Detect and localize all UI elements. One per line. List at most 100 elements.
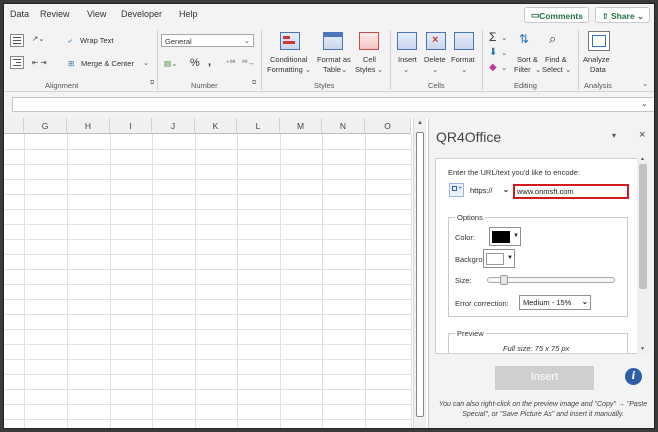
expand-formula-bar-icon[interactable]: ⌄ xyxy=(641,99,648,108)
collapse-ribbon-icon[interactable]: ⌄ xyxy=(642,79,648,88)
options-legend: Options xyxy=(455,213,485,222)
analyze-data-line1[interactable]: Analyze xyxy=(583,55,610,64)
color-picker[interactable]: ▼ xyxy=(489,227,521,246)
chevron-down-icon: ⌄ xyxy=(535,65,542,74)
insert-cells-button[interactable]: Insert xyxy=(398,55,417,64)
merge-dropdown-icon[interactable]: ⌄ xyxy=(143,58,149,67)
sort-filter-line1[interactable]: Sort & xyxy=(517,55,538,64)
scroll-up-icon[interactable]: ▲ xyxy=(640,156,645,162)
menu-help[interactable]: Help xyxy=(179,9,198,19)
conditional-formatting-line1[interactable]: Conditional xyxy=(270,55,308,64)
autosum-icon[interactable]: Σ xyxy=(489,30,496,44)
column-header-m[interactable]: M xyxy=(280,118,322,134)
column-header-g[interactable]: G xyxy=(24,118,67,134)
cell-styles-line1[interactable]: Cell xyxy=(363,55,376,64)
dialog-launcher-icon[interactable]: ⧉ xyxy=(252,80,256,87)
background-picker[interactable]: ▼ xyxy=(483,249,515,268)
wrap-text-button[interactable]: Wrap Text xyxy=(80,36,114,45)
formula-input[interactable] xyxy=(12,97,654,112)
ribbon: ↗⌄ ⇤ ⇥ ⤶ Wrap Text ⊞ Merge & Center ⌄ Al… xyxy=(4,26,654,92)
size-slider[interactable] xyxy=(487,275,615,285)
scroll-down-icon[interactable]: ▼ xyxy=(640,346,645,352)
column-header-k[interactable]: K xyxy=(195,118,237,134)
taskpane-scrollbar[interactable]: ▲ ▼ xyxy=(637,156,649,354)
menu-data[interactable]: Data xyxy=(10,9,29,19)
format-cells-button[interactable]: Format xyxy=(451,55,475,64)
scrollbar-thumb[interactable] xyxy=(639,164,647,289)
divider xyxy=(157,30,158,90)
find-select-line2[interactable]: Select xyxy=(542,65,563,74)
align-icon[interactable] xyxy=(10,34,24,47)
chevron-down-icon: ⌄ xyxy=(305,65,312,74)
number-format-select[interactable]: General ⌄ xyxy=(161,34,254,47)
column-header-o[interactable]: O xyxy=(365,118,411,134)
conditional-formatting-line2[interactable]: Formatting xyxy=(267,65,303,74)
excel-window: Data Review View Developer Help ▭ Commen… xyxy=(3,3,655,429)
chevron-down-icon: ⌄ xyxy=(243,36,250,45)
chevron-down-icon: ⌄ xyxy=(634,11,645,21)
menu-developer[interactable]: Developer xyxy=(121,9,162,19)
url-value: www.onmsft.com xyxy=(517,187,574,196)
column-header-j[interactable]: J xyxy=(152,118,195,134)
decrease-decimal-icon[interactable]: ⁰⁰→ xyxy=(242,59,255,67)
chevron-down-icon: ⌄ xyxy=(565,65,572,74)
clear-icon[interactable]: ◆ xyxy=(489,62,497,73)
info-icon[interactable]: i xyxy=(625,368,642,385)
column-header-partial[interactable] xyxy=(4,118,24,134)
hint-text: You can also right-click on the preview … xyxy=(438,401,648,418)
size-slider-handle[interactable] xyxy=(500,275,508,285)
indent-icon[interactable] xyxy=(10,56,24,69)
analyze-data-line2[interactable]: Data xyxy=(590,65,606,74)
taskpane-options-icon[interactable]: ▾ xyxy=(612,131,616,140)
format-as-table-line2[interactable]: Table xyxy=(323,65,341,74)
sheet-vertical-scrollbar[interactable]: ▲ xyxy=(413,118,426,428)
comma-style-icon[interactable]: , xyxy=(208,56,211,68)
error-correction-select[interactable]: Medium - 15% ⌄ xyxy=(519,295,591,310)
column-header-n[interactable]: N xyxy=(322,118,365,134)
currency-icon[interactable]: ▤⌄ xyxy=(164,59,177,68)
divider xyxy=(261,30,262,90)
column-header-i[interactable]: I xyxy=(110,118,152,134)
merge-icon: ⊞ xyxy=(68,59,75,68)
error-correction-label: Error correction: xyxy=(455,299,509,308)
increase-decimal-icon[interactable]: ⁺⁰⁰ xyxy=(226,59,235,67)
sort-filter-line2[interactable]: Filter xyxy=(514,65,531,74)
worksheet-grid[interactable]: G H I J K L M N O xyxy=(4,118,413,428)
chevron-down-icon: ⌄ xyxy=(502,185,509,194)
column-header-h[interactable]: H xyxy=(67,118,110,134)
dialog-launcher-icon[interactable]: ⧉ xyxy=(150,80,154,87)
merge-center-button[interactable]: Merge & Center xyxy=(81,59,134,68)
insert-button[interactable]: Insert xyxy=(495,366,594,390)
url-input[interactable]: www.onmsft.com xyxy=(513,184,629,199)
close-icon[interactable]: × xyxy=(639,129,645,141)
column-header-l[interactable]: L xyxy=(237,118,280,134)
delete-cells-button[interactable]: Delete xyxy=(424,55,446,64)
chevron-down-icon: ⌄ xyxy=(501,63,508,72)
options-fieldset: Options Color: ▼ Background: ▼ Size: Err… xyxy=(448,213,628,317)
share-button[interactable]: ⇧ Share ⌄ xyxy=(595,7,650,23)
delete-cells-icon: × xyxy=(426,32,446,50)
outdent-icon[interactable]: ⇤ ⇥ xyxy=(32,58,47,67)
grid-row-line xyxy=(4,314,411,315)
chevron-down-icon: ⌄ xyxy=(403,65,410,74)
menu-review[interactable]: Review xyxy=(40,9,70,19)
grid-row-line xyxy=(4,389,411,390)
sort-filter-icon: ⇅ xyxy=(519,32,530,46)
protocol-select[interactable]: https:// ⌄ xyxy=(467,184,510,198)
chevron-down-icon: ⌄ xyxy=(581,297,588,306)
menu-view[interactable]: View xyxy=(87,9,106,19)
chevron-down-icon: ⌄ xyxy=(461,65,468,74)
scroll-up-icon[interactable]: ▲ xyxy=(417,120,423,126)
scrollbar-thumb[interactable] xyxy=(416,132,424,417)
fill-icon[interactable]: ⬇ xyxy=(489,47,497,58)
grid-row-line xyxy=(4,284,411,285)
grid-row-line xyxy=(4,269,411,270)
grid-row-line xyxy=(4,344,411,345)
percent-icon[interactable]: % xyxy=(190,57,200,69)
chevron-down-icon: ⌄ xyxy=(377,65,384,74)
find-select-line1[interactable]: Find & xyxy=(545,55,567,64)
format-as-table-line1[interactable]: Format as xyxy=(317,55,351,64)
orientation-icon[interactable]: ↗⌄ xyxy=(32,34,45,43)
cell-styles-line2[interactable]: Styles xyxy=(355,65,375,74)
comments-button[interactable]: ▭ Comments xyxy=(524,7,589,23)
